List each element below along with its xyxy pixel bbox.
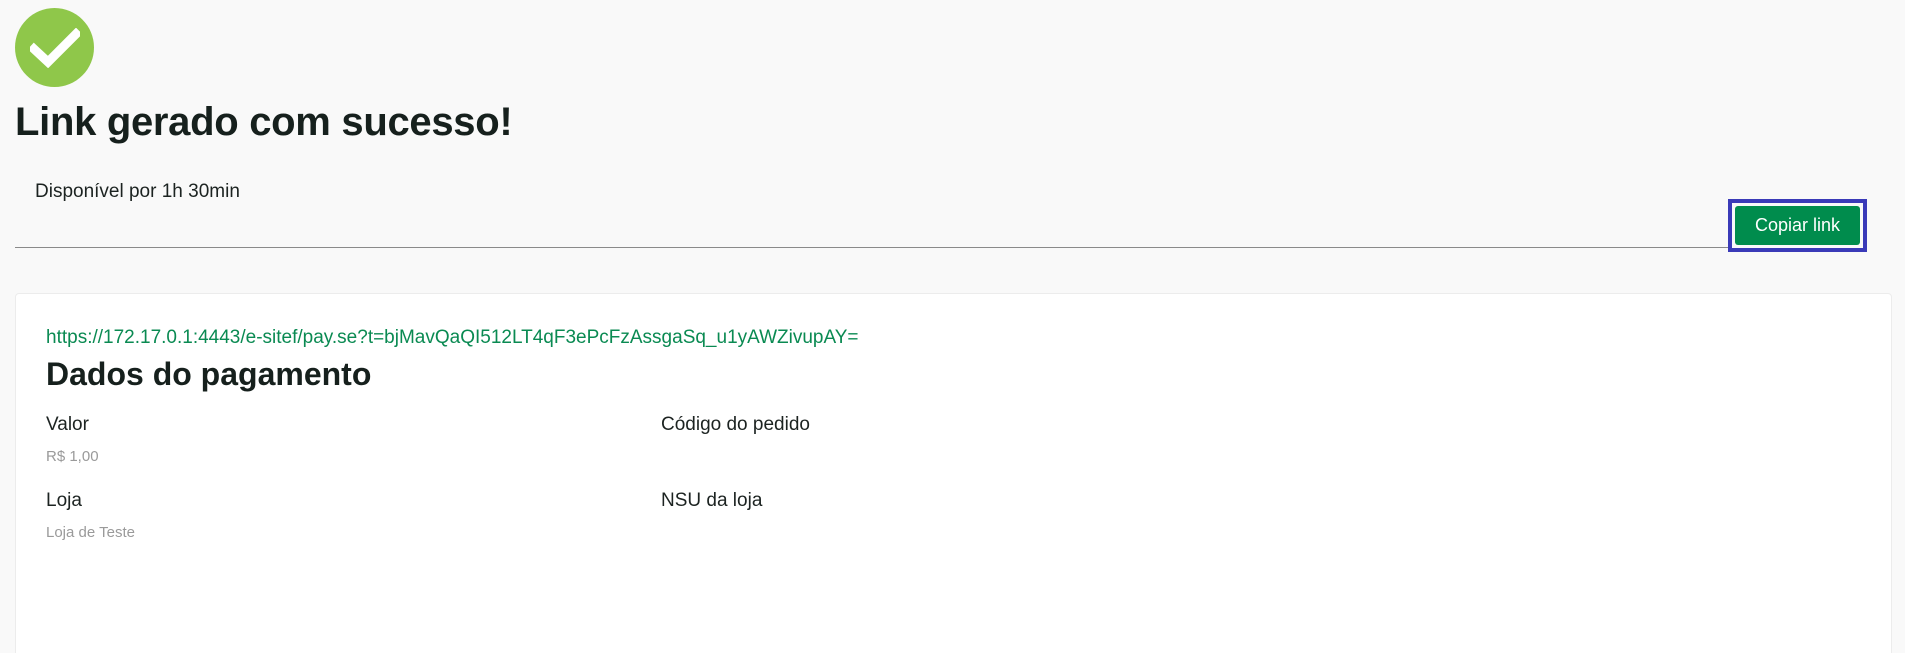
loja-label: Loja	[46, 490, 82, 511]
nsu-loja-label: NSU da loja	[661, 490, 763, 511]
codigo-pedido-label: Código do pedido	[661, 414, 810, 435]
copy-link-focus-ring: Copiar link	[1728, 199, 1867, 252]
page-title: Link gerado com sucesso!	[15, 100, 513, 144]
payment-details-card: https://172.17.0.1:4443/e-sitef/pay.se?t…	[15, 293, 1892, 653]
payment-link-url[interactable]: https://172.17.0.1:4443/e-sitef/pay.se?t…	[46, 327, 859, 349]
availability-text: Disponível por 1h 30min	[35, 181, 240, 202]
header-divider	[15, 247, 1728, 248]
copy-link-button[interactable]: Copiar link	[1735, 206, 1860, 245]
loja-value: Loja de Teste	[46, 524, 135, 541]
valor-value: R$ 1,00	[46, 448, 99, 465]
valor-label: Valor	[46, 414, 89, 435]
success-check-icon	[15, 8, 94, 87]
payment-link-success-page: Link gerado com sucesso! Disponível por …	[0, 0, 1905, 653]
payment-data-title: Dados do pagamento	[46, 356, 372, 392]
